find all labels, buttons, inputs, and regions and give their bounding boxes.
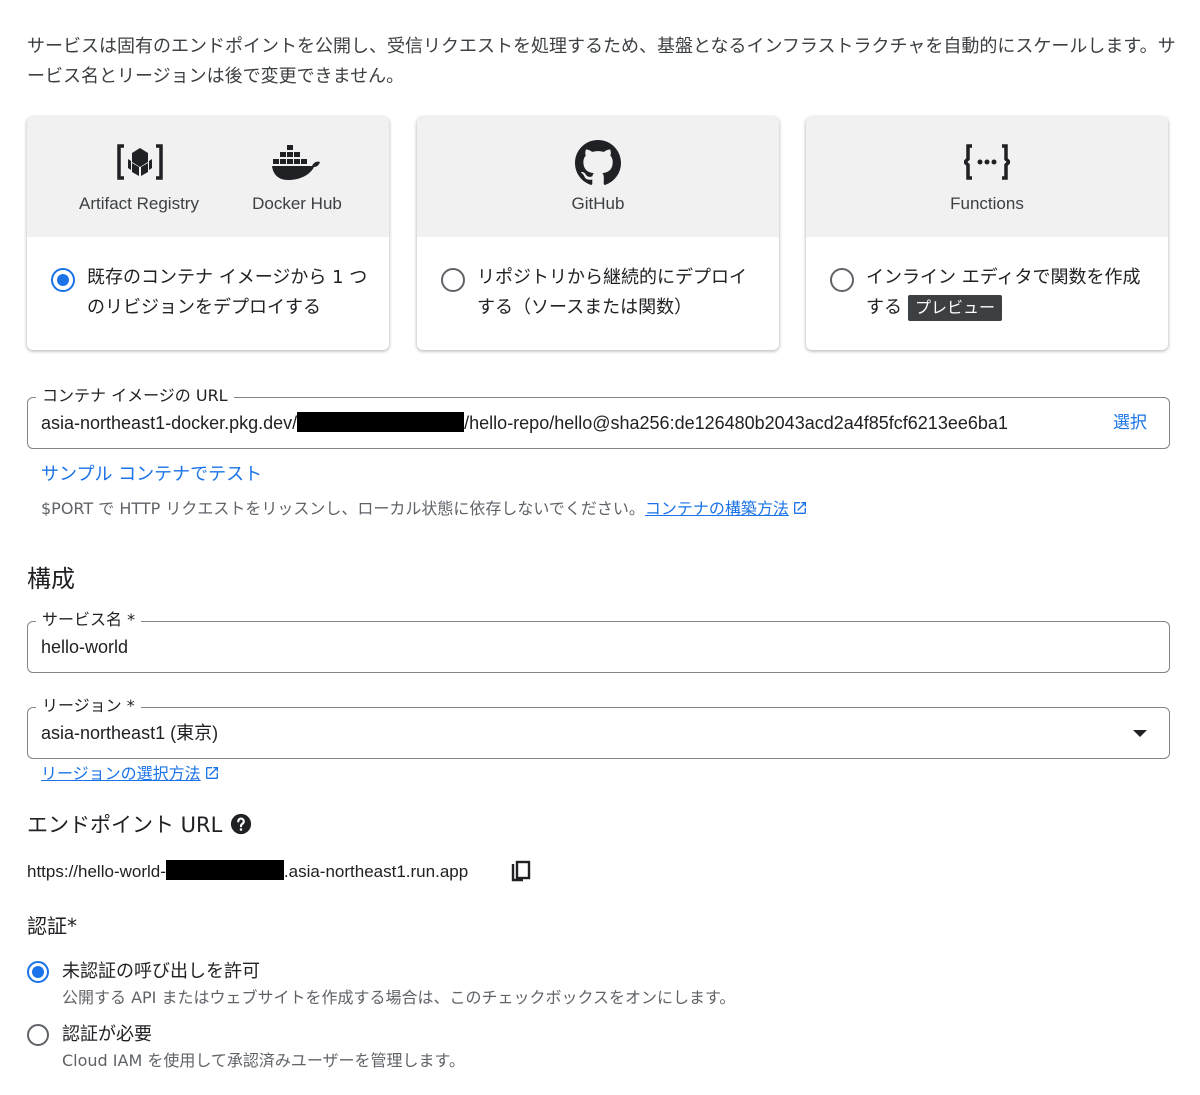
- artifact-registry-icon: [117, 144, 163, 180]
- preview-badge: プレビュー: [908, 295, 1003, 321]
- help-icon[interactable]: [230, 813, 252, 835]
- build-container-link[interactable]: コンテナの構築方法: [645, 499, 789, 518]
- endpoint-url: https://hello-world- .asia-northeast1.run…: [27, 860, 469, 881]
- intro-text: サービスは固有のエンドポイントを公開し、受信リクエストを処理するため、基盤となる…: [27, 36, 1176, 87]
- functions-icon: [964, 144, 1010, 180]
- external-link-icon: [793, 502, 806, 514]
- github-label: GitHub: [571, 194, 625, 213]
- source-card-container-image[interactable]: Artifact Registry Docker Hub 既存のコンテナ イメー…: [27, 117, 389, 350]
- redacted-block: [165, 860, 284, 880]
- dropdown-caret-icon[interactable]: [1133, 730, 1147, 737]
- port-hint: $PORT で HTTP リクエストをリッスンし、ローカル状態に依存しないでくだ…: [41, 497, 808, 521]
- container-image-url-field[interactable]: コンテナ イメージの URL asia-northeast1-docker.pk…: [27, 385, 1170, 449]
- artifact-registry-label: Artifact Registry: [79, 194, 199, 213]
- service-name-label: サービス名 *: [36, 609, 142, 631]
- functions-label: Functions: [950, 194, 1024, 213]
- sample-container-link[interactable]: サンプル コンテナでテスト: [41, 462, 262, 488]
- config-heading: 構成: [27, 565, 75, 593]
- github-icon: [575, 140, 621, 185]
- radio-github[interactable]: [441, 268, 465, 292]
- auth-option-title: 認証が必要: [62, 1024, 152, 1045]
- auth-option-title: 未認証の呼び出しを許可: [62, 961, 260, 982]
- card-header: Artifact Registry Docker Hub: [27, 117, 389, 237]
- endpoint-heading: エンドポイント URL: [27, 810, 252, 840]
- external-link-icon: [205, 767, 218, 779]
- radio-container-image[interactable]: [51, 268, 75, 292]
- region-label: リージョン *: [36, 695, 141, 717]
- select-button[interactable]: 選択: [1113, 412, 1147, 434]
- redacted-block: [297, 412, 465, 432]
- card-header: Functions: [806, 117, 1168, 237]
- source-card-functions[interactable]: Functions インライン エディタで関数を作成する プレビュー: [806, 117, 1168, 350]
- service-name-field[interactable]: サービス名 * hello-world: [27, 609, 1170, 673]
- card-description: 既存のコンテナ イメージから 1 つのリビジョンをデプロイする: [87, 267, 368, 318]
- radio-functions[interactable]: [830, 268, 854, 292]
- container-image-url-label: コンテナ イメージの URL: [36, 385, 234, 407]
- radio-require-auth[interactable]: [27, 1024, 49, 1046]
- region-value: asia-northeast1 (東京): [41, 723, 219, 743]
- card-header: GitHub: [417, 117, 779, 237]
- card-description: インライン エディタで関数を作成する プレビュー: [866, 263, 1152, 323]
- docker-hub-icon: [272, 145, 320, 180]
- container-image-url-value[interactable]: asia-northeast1-docker.pkg.dev//hello-re…: [41, 412, 1008, 434]
- copy-icon[interactable]: [511, 860, 531, 884]
- auth-heading: 認証*: [27, 914, 77, 938]
- source-card-github[interactable]: GitHub リポジトリから継続的にデプロイする（ソースまたは関数）: [417, 117, 779, 350]
- radio-allow-unauthenticated[interactable]: [27, 961, 49, 983]
- docker-hub-label: Docker Hub: [252, 194, 342, 213]
- service-name-input[interactable]: hello-world: [41, 636, 128, 658]
- region-help-link[interactable]: リージョンの選択方法: [41, 762, 220, 786]
- region-select[interactable]: リージョン * asia-northeast1 (東京): [27, 695, 1170, 759]
- auth-option-desc: Cloud IAM を使用して承認済みユーザーを管理します。: [62, 1051, 465, 1070]
- card-description: リポジトリから継続的にデプロイする（ソースまたは関数）: [477, 267, 747, 318]
- auth-option-desc: 公開する API またはウェブサイトを作成する場合は、このチェックボックスをオン…: [62, 988, 736, 1007]
